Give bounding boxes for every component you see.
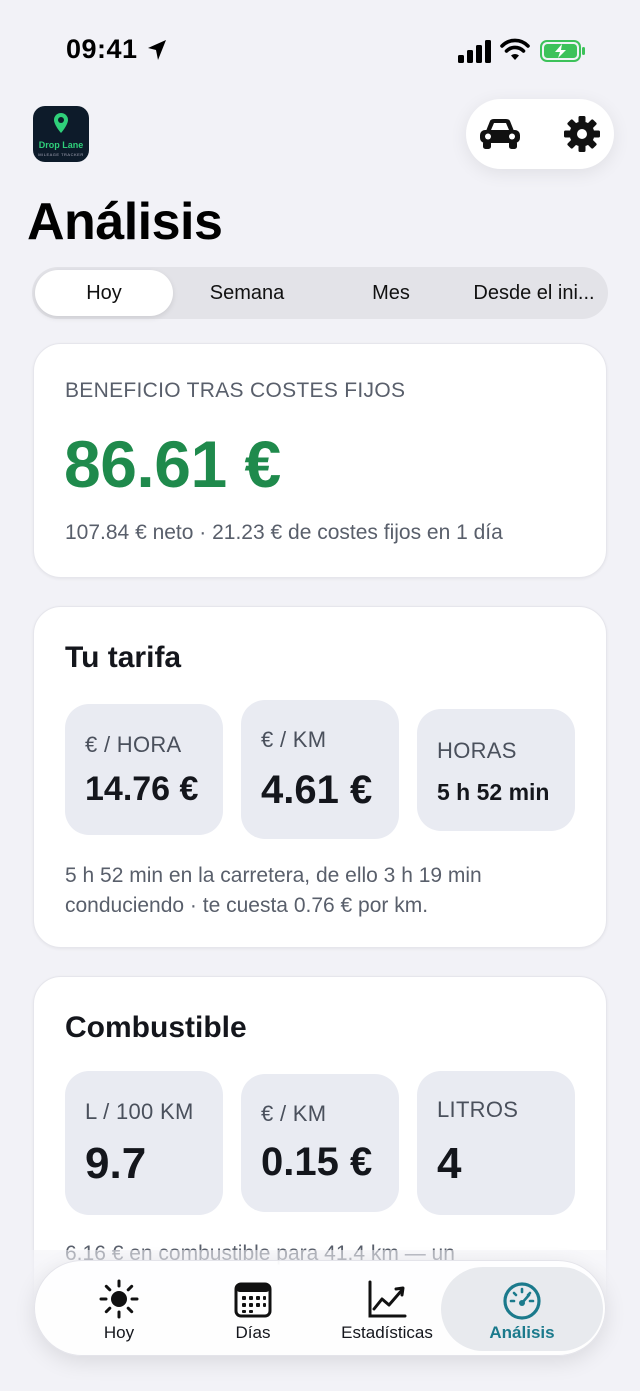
tab-today[interactable]: Hoy bbox=[51, 1261, 187, 1357]
location-arrow-icon bbox=[148, 40, 166, 60]
cellular-signal-icon bbox=[458, 40, 491, 63]
app-logo: Drop Lane MILEAGE TRACKER bbox=[33, 106, 89, 162]
metric-value: 4 bbox=[437, 1139, 462, 1188]
metric-label: € / KM bbox=[261, 727, 327, 752]
profit-detail: 107.84 € neto · 21.23 € de costes fijos … bbox=[65, 521, 503, 544]
fuel-title: Combustible bbox=[65, 1011, 247, 1044]
tab-statistics[interactable]: Estadísticas bbox=[319, 1261, 455, 1357]
wifi-icon bbox=[500, 38, 530, 60]
period-tab-since-start[interactable]: Desde el ini... bbox=[464, 270, 604, 316]
car-icon bbox=[480, 119, 520, 149]
metric-label: L / 100 KM bbox=[85, 1099, 194, 1124]
metric-hours: HORAS 5 h 52 min bbox=[417, 709, 575, 831]
sun-icon bbox=[99, 1279, 139, 1319]
calendar-icon bbox=[234, 1282, 272, 1318]
vehicle-button[interactable] bbox=[478, 112, 522, 156]
tab-label: Estadísticas bbox=[341, 1323, 433, 1342]
bottom-tab-bar: Hoy Días Estadísticas Análisis bbox=[34, 1260, 606, 1356]
metric-value: 9.7 bbox=[85, 1139, 147, 1188]
logo-subtext: MILEAGE TRACKER bbox=[38, 152, 84, 157]
settings-button[interactable] bbox=[560, 112, 604, 156]
period-tab-month[interactable]: Mes bbox=[322, 270, 460, 316]
metric-liters-per-100km: L / 100 KM 9.7 bbox=[65, 1071, 223, 1215]
profit-label: BENEFICIO TRAS COSTES FIJOS bbox=[65, 379, 406, 402]
metric-per-km: € / KM 4.61 € bbox=[241, 700, 399, 839]
profit-card: BENEFICIO TRAS COSTES FIJOS 86.61 € 107.… bbox=[33, 343, 607, 578]
status-time: 09:41 bbox=[66, 34, 138, 64]
status-bar: 09:41 bbox=[0, 0, 640, 100]
tab-label: Días bbox=[235, 1323, 271, 1342]
rate-title: Tu tarifa bbox=[65, 641, 182, 674]
metric-label: € / HORA bbox=[85, 732, 182, 757]
metric-per-hour: € / HORA 14.76 € bbox=[65, 704, 223, 835]
period-segmented-control: Hoy Semana Mes Desde el ini... bbox=[32, 267, 608, 319]
chart-line-icon bbox=[368, 1280, 407, 1318]
profit-value: 86.61 € bbox=[64, 427, 281, 501]
map-pin-icon bbox=[54, 113, 68, 133]
tab-label: Hoy bbox=[103, 1323, 135, 1342]
logo-text: Drop Lane bbox=[38, 140, 84, 150]
tab-days[interactable]: Días bbox=[185, 1261, 321, 1357]
metric-value: 14.76 € bbox=[85, 770, 199, 808]
metric-label: LITROS bbox=[437, 1097, 519, 1122]
page-title: Análisis bbox=[27, 193, 223, 251]
metric-value: 4.61 € bbox=[261, 768, 373, 812]
speedometer-icon bbox=[503, 1282, 541, 1320]
gear-icon bbox=[564, 116, 600, 152]
metric-value: 5 h 52 min bbox=[437, 779, 550, 805]
rate-note: 5 h 52 min en la carretera, de ello 3 h … bbox=[65, 864, 482, 917]
period-tab-today[interactable]: Hoy bbox=[35, 270, 173, 316]
tab-label: Análisis bbox=[489, 1323, 555, 1342]
header-actions bbox=[466, 99, 614, 169]
metric-fuel-per-km: € / KM 0.15 € bbox=[241, 1074, 399, 1212]
rate-card: Tu tarifa € / HORA 14.76 € € / KM 4.61 €… bbox=[33, 606, 607, 948]
metric-liters: LITROS 4 bbox=[417, 1071, 575, 1215]
battery-charging-icon bbox=[540, 40, 585, 62]
metric-label: HORAS bbox=[437, 738, 517, 763]
tab-analysis[interactable]: Análisis bbox=[441, 1267, 603, 1351]
metric-value: 0.15 € bbox=[261, 1140, 373, 1184]
period-tab-week[interactable]: Semana bbox=[177, 270, 317, 316]
metric-label: € / KM bbox=[261, 1101, 327, 1126]
